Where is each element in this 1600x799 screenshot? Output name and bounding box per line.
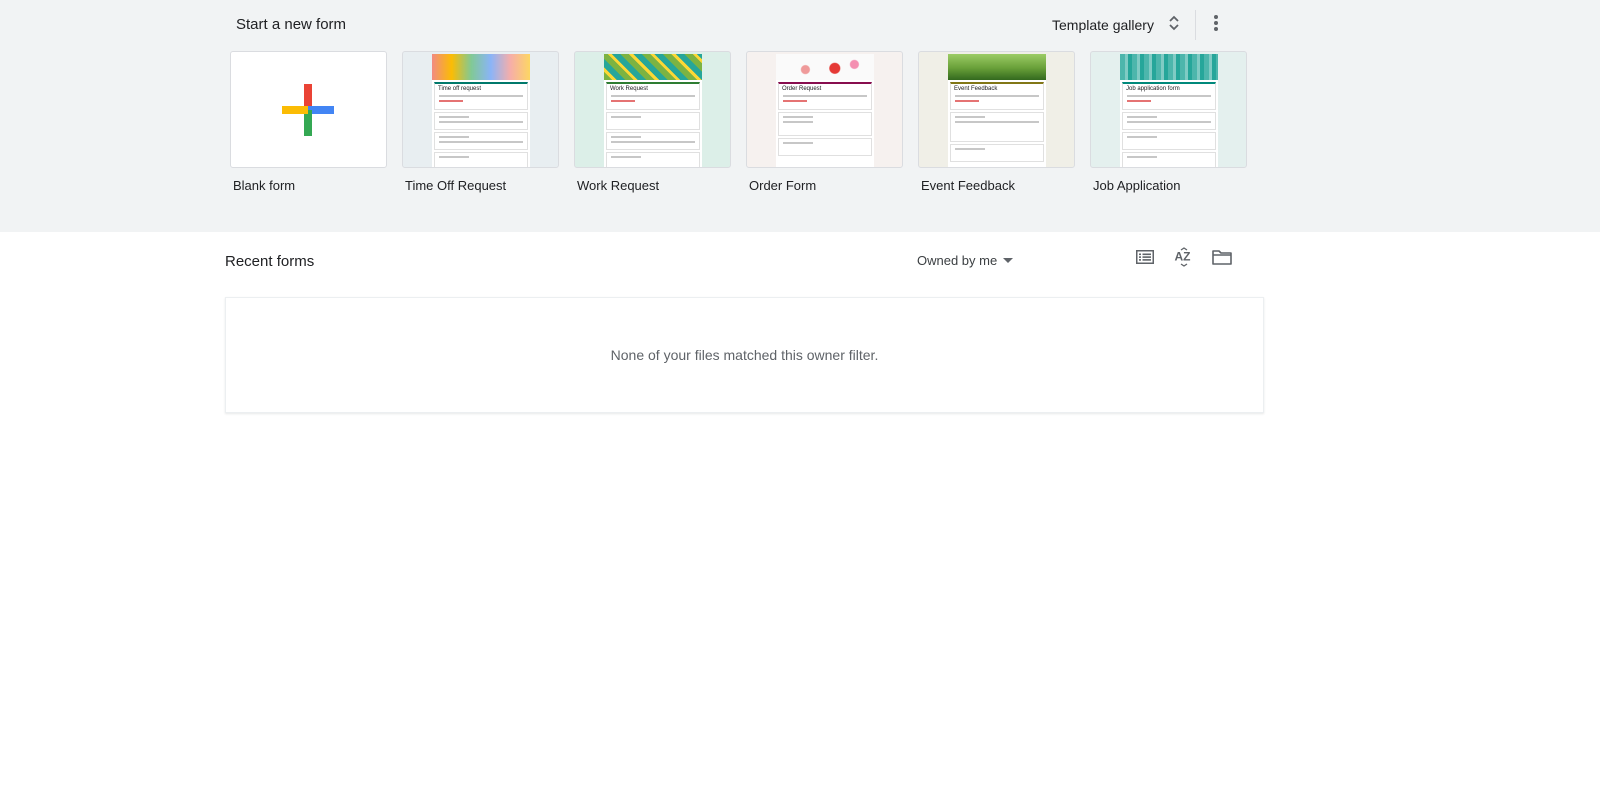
preview-title: Work Request [610,86,648,92]
template-time-off-request[interactable]: Time off request Time Off Request [402,51,559,193]
preview-banner [1120,54,1218,80]
open-file-picker-button[interactable] [1207,244,1237,274]
preview-title: Job application form [1126,86,1180,92]
list-view-button[interactable] [1130,244,1160,274]
preview-banner [948,54,1046,80]
preview-header-card: Work Request [606,82,700,110]
preview-title: Event Feedback [954,86,998,92]
empty-state-message: None of your files matched this owner fi… [610,347,879,363]
form-preview: Event Feedback [948,54,1046,167]
form-preview: Time off request [432,54,530,167]
form-preview: Order Request [776,54,874,167]
owner-filter-label: Owned by me [917,252,998,268]
template-thumbnail: Job application form [1090,51,1247,168]
template-name: Order Form [749,178,817,193]
template-name: Time Off Request [405,178,507,193]
template-gallery-label: Template gallery [1052,17,1154,33]
template-name: Blank form [233,178,296,193]
template-job-application[interactable]: Job application form Job Application [1090,51,1247,193]
template-work-request[interactable]: Work Request Work Request [574,51,731,193]
preview-title: Time off request [438,86,482,92]
preview-banner [432,54,530,80]
preview-header-card: Event Feedback [950,82,1044,110]
template-thumbnail [230,51,387,168]
owner-filter-dropdown[interactable]: Owned by me [917,249,1014,271]
section-title-new-form: Start a new form [236,16,347,33]
preview-header-card: Order Request [778,82,872,110]
template-name: Job Application [1093,178,1181,193]
arrow-drop-down-icon [1003,251,1014,269]
template-order-form[interactable]: Order Request Order Form [746,51,903,193]
recent-forms-empty-state: None of your files matched this owner fi… [225,297,1264,413]
list-view-icon [1136,249,1154,269]
preview-banner [776,54,874,80]
start-new-form-section: Start a new form Template gallery Blank … [0,0,1600,232]
preview-title: Order Request [782,86,822,92]
preview-header-card: Time off request [434,82,528,110]
toolbar-divider [1195,10,1196,40]
template-event-feedback[interactable]: Event Feedback Event Feedback [918,51,1075,193]
template-gallery-button[interactable]: Template gallery [1046,12,1186,38]
unfold-more-icon [1168,14,1180,37]
google-plus-icon [282,84,334,136]
template-thumbnail: Time off request [402,51,559,168]
preview-banner [604,54,702,80]
folder-icon [1212,249,1232,270]
more-options-button[interactable] [1202,10,1230,40]
template-name: Event Feedback [921,178,1015,193]
template-thumbnail: Work Request [574,51,731,168]
form-preview: Job application form [1120,54,1218,167]
template-thumbnail: Order Request [746,51,903,168]
template-thumbnail: Event Feedback [918,51,1075,168]
sort-az-icon: AZ [1174,246,1194,272]
sort-options-button[interactable]: AZ [1169,244,1199,274]
form-preview: Work Request [604,54,702,167]
more-vert-icon [1213,14,1219,37]
svg-text:AZ: AZ [1175,249,1191,263]
section-title-recent-forms: Recent forms [225,253,315,270]
template-name: Work Request [577,178,660,193]
preview-header-card: Job application form [1122,82,1216,110]
template-blank-form[interactable]: Blank form [230,51,387,193]
